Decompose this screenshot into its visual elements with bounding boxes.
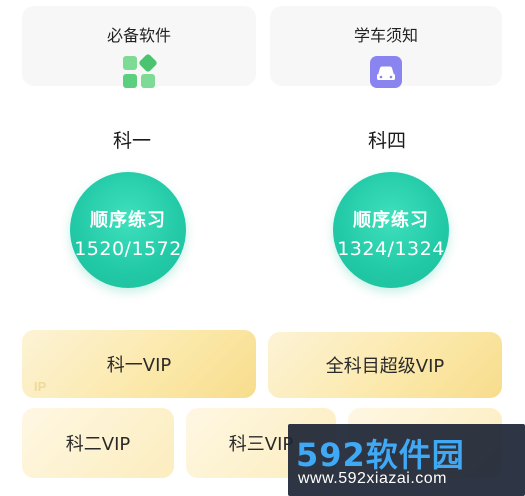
- practice-progress: 1324/1324: [337, 238, 445, 260]
- all-subjects-super-vip-label: 全科目超级VIP: [325, 356, 445, 377]
- apps-grid-icon: [123, 54, 157, 88]
- driving-notes-card[interactable]: 学车须知: [270, 6, 502, 88]
- essential-software-card[interactable]: 必备软件: [22, 6, 256, 88]
- sequential-practice-label: 顺序练习: [90, 210, 166, 231]
- site-watermark-banner: 592软件园 www.592xiazai.com: [288, 424, 525, 496]
- subject-one-vip-label: 科一VIP: [106, 355, 172, 376]
- sequential-practice-label: 顺序练习: [353, 210, 429, 231]
- all-subjects-super-vip-button[interactable]: 全科目超级VIP: [268, 332, 502, 398]
- subject-two-vip-button[interactable]: 科二VIP: [22, 408, 174, 478]
- subject-one-vip-button[interactable]: IP 科一VIP: [22, 330, 256, 398]
- subject-one-title: 科一: [112, 130, 151, 152]
- car-icon: [370, 56, 402, 88]
- subject-three-vip-label: 科三VIP: [228, 434, 294, 455]
- watermark-url: www.592xiazai.com: [298, 470, 447, 487]
- driving-notes-label: 学车须知: [353, 26, 418, 45]
- subject-four-title: 科四: [367, 130, 406, 152]
- subject-two-vip-label: 科二VIP: [65, 434, 131, 455]
- essential-software-label: 必备软件: [106, 26, 171, 45]
- practice-progress: 1520/1572: [74, 238, 182, 260]
- subject-four-sequential-practice-button[interactable]: 顺序练习 1324/1324: [333, 172, 449, 288]
- vip-badge-watermark: IP: [34, 379, 47, 394]
- subject-one-sequential-practice-button[interactable]: 顺序练习 1520/1572: [70, 172, 186, 288]
